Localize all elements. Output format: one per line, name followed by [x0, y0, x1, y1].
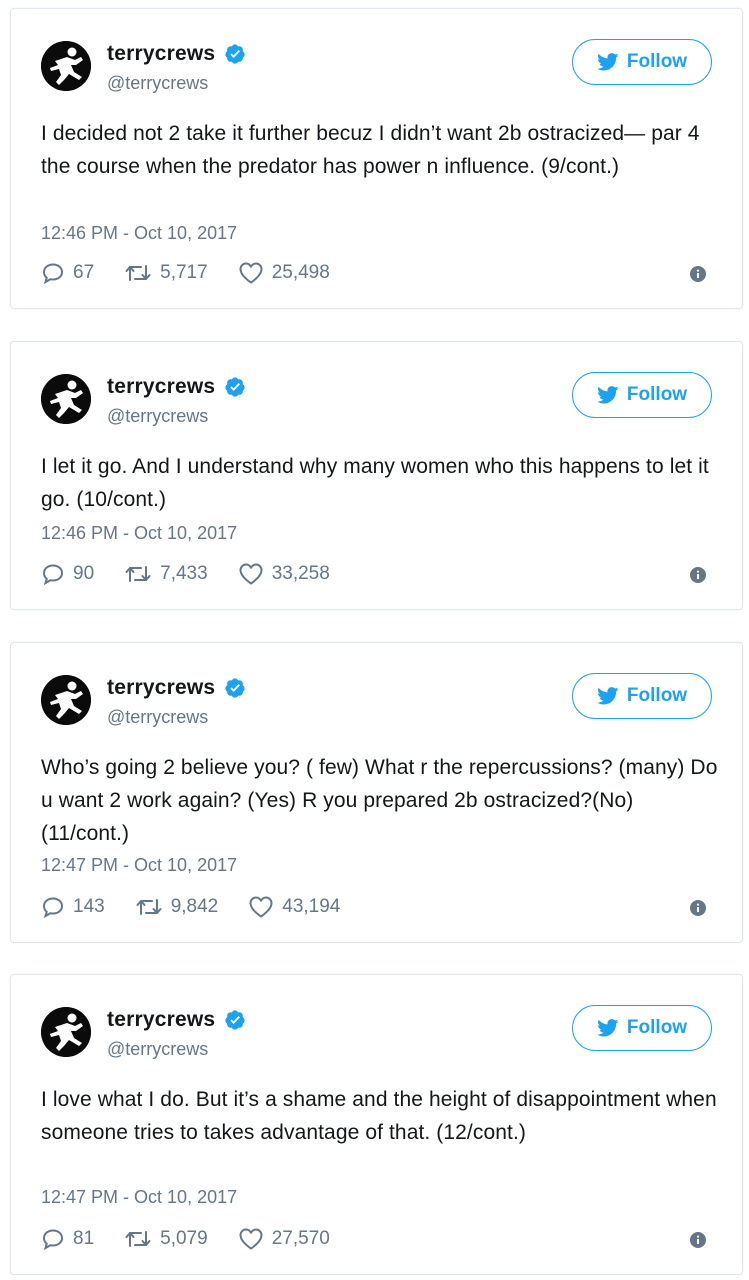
retweet-action[interactable]: 5,717: [124, 261, 208, 285]
tweet-timestamp[interactable]: 12:47 PM - Oct 10, 2017: [41, 855, 237, 876]
avatar[interactable]: [41, 41, 91, 91]
follow-label: Follow: [626, 685, 688, 706]
reply-action[interactable]: 81: [41, 1227, 94, 1251]
info-icon[interactable]: [690, 1232, 706, 1248]
retweet-count: 7,433: [160, 563, 208, 584]
reply-action[interactable]: 143: [41, 895, 105, 919]
tweet-timestamp[interactable]: 12:46 PM - Oct 10, 2017: [41, 523, 237, 544]
retweet-count: 9,842: [170, 896, 219, 917]
like-action[interactable]: 33,258: [238, 562, 330, 586]
tweet-card[interactable]: terrycrews @terrycrews Follow I let it g…: [10, 341, 743, 610]
verified-badge-icon: [224, 376, 246, 398]
heart-icon: [238, 562, 264, 586]
retweet-icon: [124, 261, 152, 285]
retweet-count: 5,079: [160, 1228, 208, 1249]
reply-count: 143: [73, 896, 105, 917]
verified-badge-icon: [224, 677, 246, 699]
user-handle[interactable]: @terrycrews: [107, 73, 208, 94]
reply-icon: [41, 1227, 65, 1251]
heart-icon: [238, 1227, 264, 1251]
reply-icon: [41, 562, 65, 586]
reply-icon: [41, 895, 65, 919]
tweet-text: I decided not 2 take it further becuz I …: [41, 122, 700, 178]
tweet-card[interactable]: terrycrews @terrycrews Follow I love wha…: [10, 974, 743, 1275]
tweet-timestamp[interactable]: 12:46 PM - Oct 10, 2017: [41, 223, 237, 244]
follow-label: Follow: [626, 384, 688, 405]
follow-label: Follow: [626, 51, 688, 72]
user-handle[interactable]: @terrycrews: [107, 707, 208, 728]
follow-button[interactable]: Follow: [572, 372, 712, 418]
tweet-timestamp[interactable]: 12:47 PM - Oct 10, 2017: [41, 1187, 237, 1208]
retweet-icon: [124, 1227, 152, 1251]
follow-button[interactable]: Follow: [572, 1005, 712, 1051]
follow-button[interactable]: Follow: [572, 39, 712, 85]
retweet-count: 5,717: [160, 262, 208, 283]
like-action[interactable]: 43,194: [248, 895, 340, 919]
like-action[interactable]: 25,498: [238, 261, 330, 285]
display-name[interactable]: terrycrews: [107, 676, 215, 700]
info-icon[interactable]: [690, 266, 706, 282]
user-handle[interactable]: @terrycrews: [107, 406, 208, 427]
tweet-text: I let it go. And I understand why many w…: [41, 455, 709, 511]
info-icon[interactable]: [690, 567, 706, 583]
reply-count: 90: [73, 563, 95, 584]
verified-badge-icon: [224, 43, 246, 65]
follow-button[interactable]: Follow: [572, 673, 712, 719]
heart-icon: [238, 261, 264, 285]
avatar[interactable]: [41, 374, 91, 424]
verified-badge-icon: [224, 1009, 246, 1031]
display-name[interactable]: terrycrews: [107, 375, 215, 399]
retweet-action[interactable]: 7,433: [124, 562, 208, 586]
like-count: 27,570: [271, 1228, 330, 1249]
tweet-card[interactable]: terrycrews @terrycrews Follow I decided …: [10, 8, 743, 309]
retweet-action[interactable]: 9,842: [135, 895, 219, 919]
twitter-bird-icon: [597, 1019, 619, 1037]
like-count: 33,258: [271, 563, 330, 584]
like-count: 25,498: [271, 262, 330, 283]
tweet-text: I love what I do. But it’s a shame and t…: [41, 1088, 717, 1144]
retweet-icon: [124, 562, 152, 586]
twitter-bird-icon: [597, 687, 619, 705]
twitter-bird-icon: [597, 386, 619, 404]
like-action[interactable]: 27,570: [238, 1227, 330, 1251]
reply-action[interactable]: 90: [41, 562, 94, 586]
tweet-text: Who’s going 2 believe you? ( few) What r…: [41, 756, 718, 845]
retweet-action[interactable]: 5,079: [124, 1227, 208, 1251]
like-count: 43,194: [282, 896, 341, 917]
tweet-card[interactable]: terrycrews @terrycrews Follow Who’s goin…: [10, 642, 743, 943]
avatar[interactable]: [41, 1007, 91, 1057]
twitter-bird-icon: [597, 53, 619, 71]
display-name[interactable]: terrycrews: [107, 1008, 215, 1032]
avatar[interactable]: [41, 675, 91, 725]
reply-count: 81: [73, 1228, 95, 1249]
reply-count: 67: [73, 262, 95, 283]
retweet-icon: [135, 895, 163, 919]
display-name[interactable]: terrycrews: [107, 42, 215, 66]
heart-icon: [248, 895, 274, 919]
info-icon[interactable]: [690, 900, 706, 916]
reply-icon: [41, 261, 65, 285]
user-handle[interactable]: @terrycrews: [107, 1039, 208, 1060]
follow-label: Follow: [626, 1017, 688, 1038]
reply-action[interactable]: 67: [41, 261, 94, 285]
